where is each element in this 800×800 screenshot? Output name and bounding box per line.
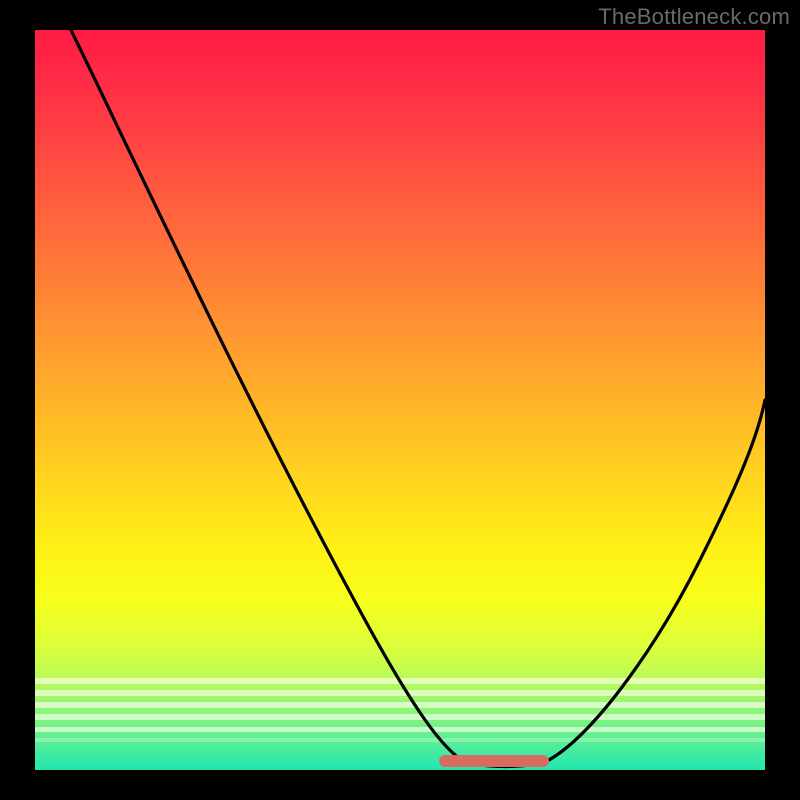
bottleneck-curve bbox=[35, 30, 765, 770]
optimal-range-marker bbox=[439, 755, 549, 767]
watermark-text: TheBottleneck.com bbox=[598, 4, 790, 30]
chart-frame: TheBottleneck.com bbox=[0, 0, 800, 800]
plot-area bbox=[35, 30, 765, 770]
